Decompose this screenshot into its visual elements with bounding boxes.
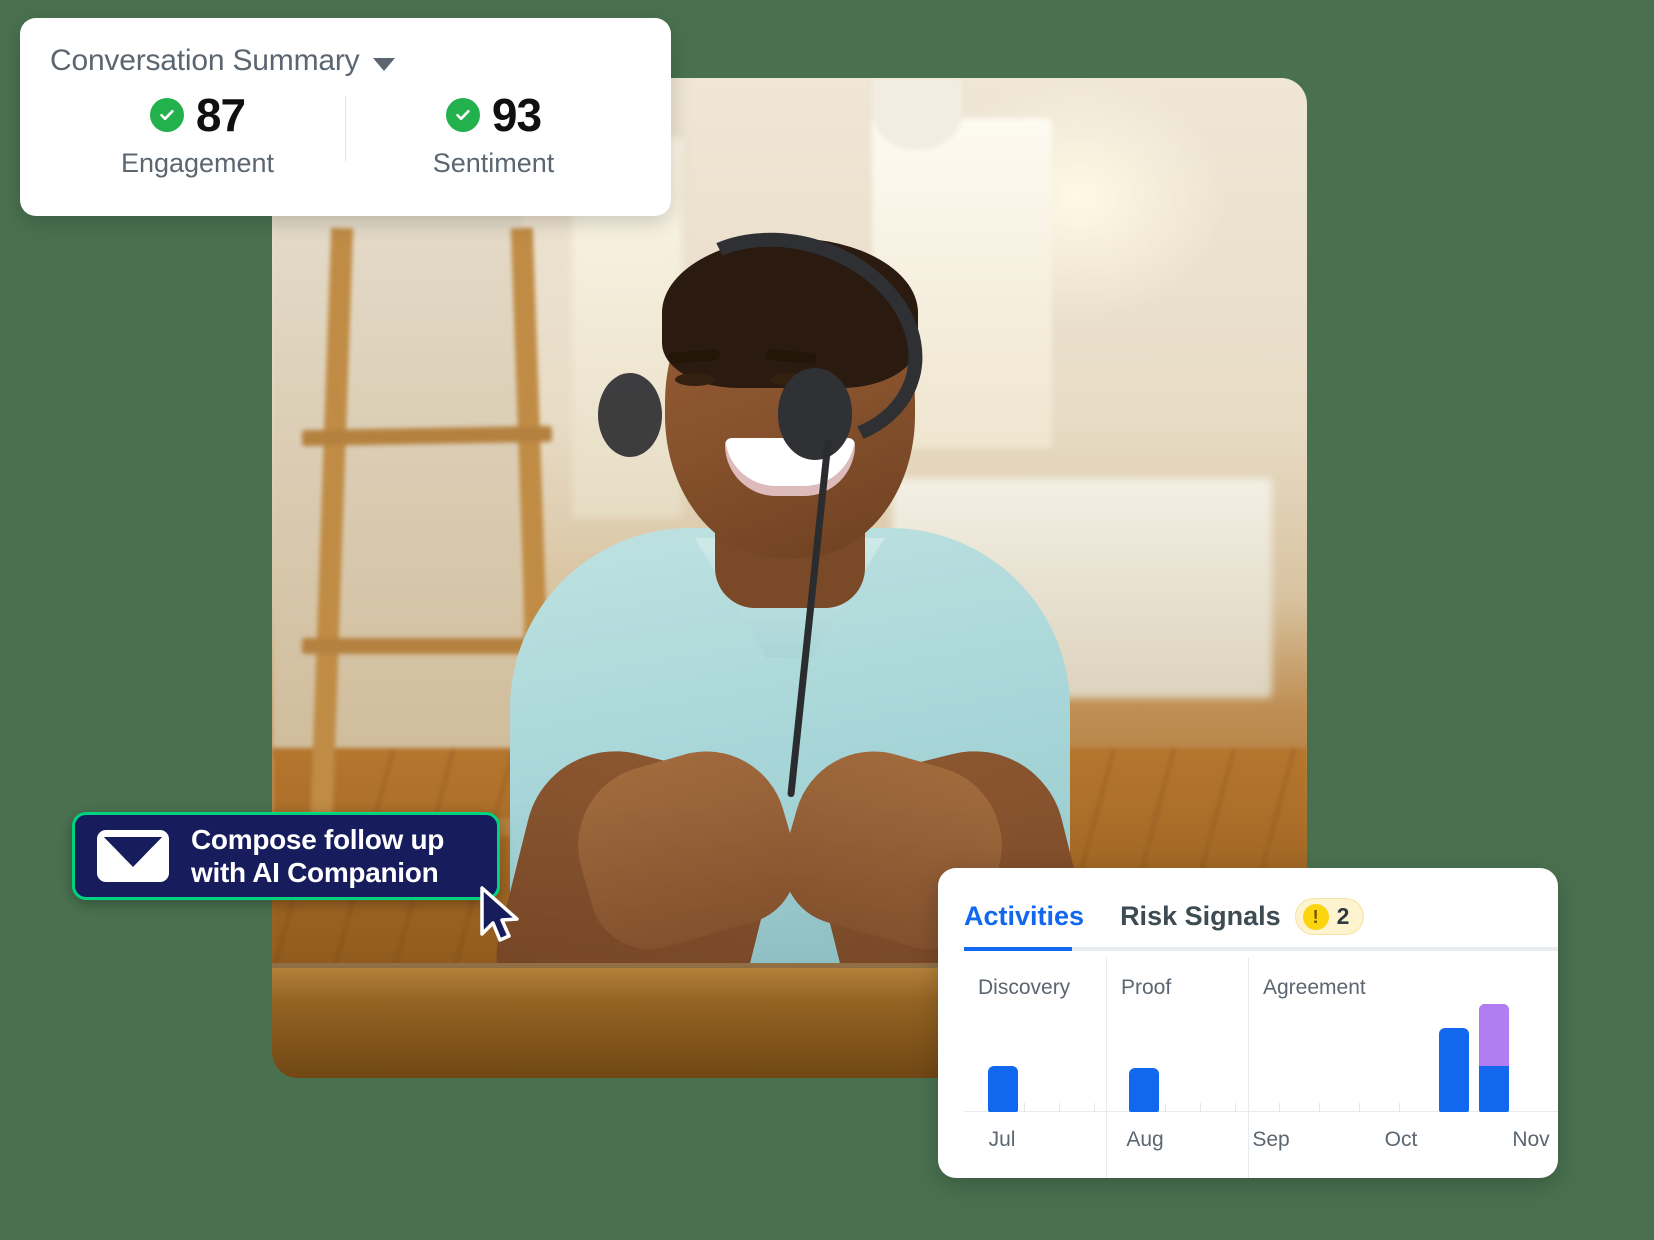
metric-label: Sentiment [432, 148, 555, 178]
axis-tick-label: Nov [1512, 1128, 1550, 1151]
tab-risk-signals[interactable]: Risk Signals [1120, 901, 1281, 950]
bar-oct [1439, 1028, 1469, 1112]
axis-tick-label: Sep [1252, 1128, 1290, 1151]
activities-card: Activities Risk Signals ! 2 Discovery Ju… [938, 868, 1558, 1178]
bar-aug [1129, 1068, 1159, 1112]
compose-line-1: Compose follow up [191, 823, 445, 855]
compose-label: Compose follow up with AI Companion [191, 823, 444, 889]
check-circle-icon [149, 98, 184, 132]
metric-sentiment: 93 Sentiment [346, 92, 641, 179]
stage-columns: Discovery Jul Proof Aug Agreement Sep Oc… [964, 958, 1558, 1178]
stage-proof: Proof Aug [1106, 958, 1248, 1178]
bar-jul [988, 1066, 1018, 1112]
page-title: Conversation Summary [50, 44, 360, 77]
compose-follow-up-button[interactable]: Compose follow up with AI Companion [72, 812, 500, 900]
metric-engagement: 87 Engagement [50, 92, 345, 179]
risk-count: 2 [1336, 903, 1350, 929]
metric-value: 87 [195, 89, 246, 141]
stage-discovery: Discovery Jul [964, 958, 1106, 1178]
card-tabs: Activities Risk Signals ! 2 [938, 868, 1558, 953]
bar-segment-projected [1479, 1004, 1509, 1066]
envelope-icon [97, 830, 169, 882]
check-circle-icon [445, 98, 480, 132]
summary-metrics: 87 Engagement 93 Sentiment [50, 92, 641, 179]
metric-value: 93 [491, 89, 542, 141]
axis-tick-label: Aug [1126, 1128, 1164, 1151]
chevron-down-icon[interactable] [373, 57, 396, 71]
active-tab-indicator [964, 947, 1072, 951]
conversation-summary-card: Conversation Summary 87 Engagement 93 Se… [20, 18, 671, 216]
axis-tick-label: Jul [988, 1128, 1016, 1151]
status-badge[interactable]: ! 2 [1294, 898, 1365, 935]
conversation-summary-header[interactable]: Conversation Summary [50, 44, 641, 78]
compose-line-2: with AI Companion [191, 857, 439, 888]
stage-label: Proof [1121, 976, 1172, 999]
stage-label: Discovery [978, 976, 1071, 999]
tabs-underline [964, 947, 1558, 951]
activities-bar-chart: Discovery Jul Proof Aug Agreement Sep Oc… [964, 958, 1558, 1178]
bar-nov [1479, 1004, 1509, 1112]
stage-label: Agreement [1263, 976, 1366, 999]
axis-tick-label: Oct [1384, 1128, 1418, 1151]
metric-label: Engagement [120, 148, 275, 178]
warning-icon: ! [1302, 903, 1329, 930]
stage-agreement: Agreement Sep Oct Nov [1248, 958, 1558, 1178]
tab-activities[interactable]: Activities [964, 901, 1084, 950]
mouse-pointer-icon [480, 886, 519, 942]
